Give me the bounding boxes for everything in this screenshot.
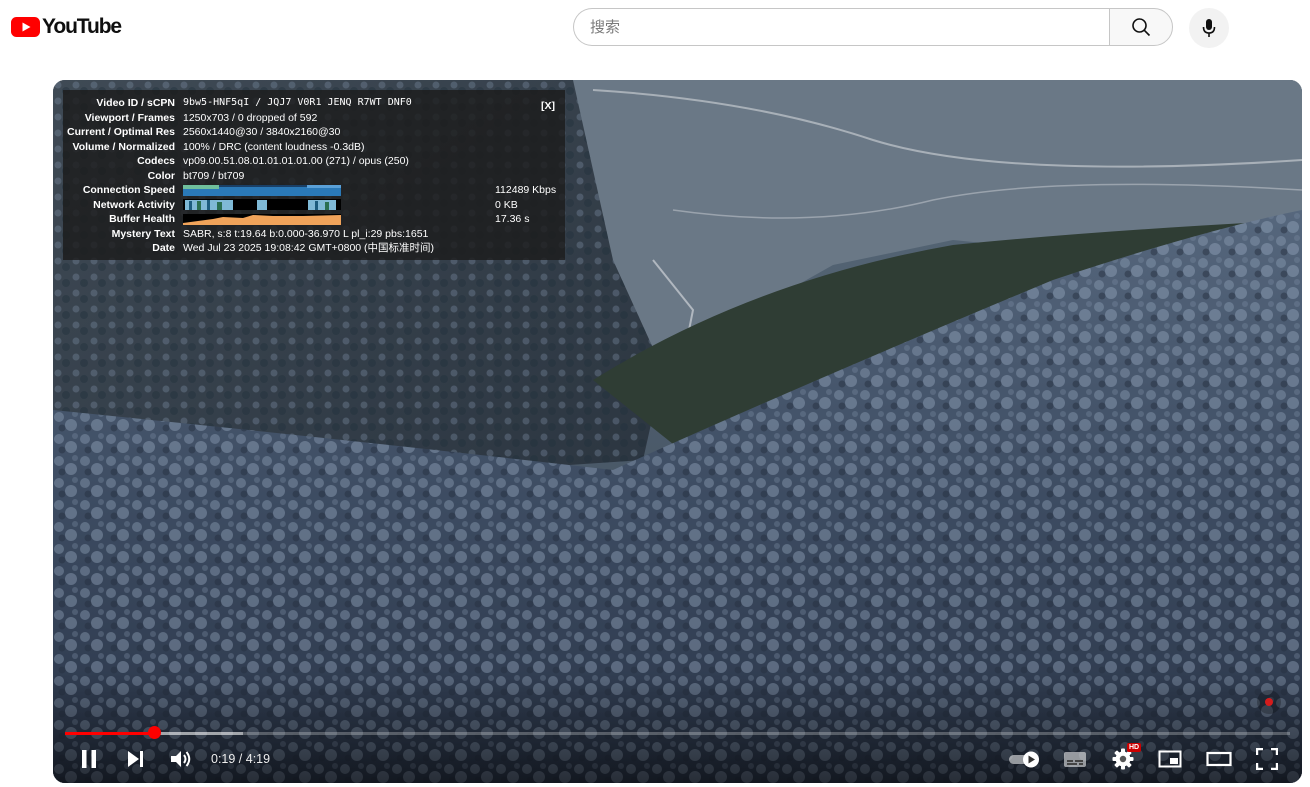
autoplay-toggle-icon [1009, 751, 1039, 768]
stats-row-video-id: Video ID / sCPN 9bw5-HNF5qI / JQJ7 V0R1 … [96, 97, 412, 109]
miniplayer-icon [1158, 750, 1182, 768]
time-display: 0:19 / 4:19 [211, 752, 271, 766]
search-box [573, 8, 1109, 46]
voice-search-button[interactable] [1189, 8, 1229, 48]
theater-mode-icon [1206, 751, 1232, 767]
theater-mode-button[interactable] [1201, 744, 1237, 774]
stats-row-network-activity: Network Activity 0 KB [93, 198, 518, 211]
progress-scrubber[interactable] [147, 726, 161, 739]
stats-close-button[interactable]: [X] [541, 99, 555, 114]
search-button[interactable] [1109, 8, 1173, 46]
pause-icon [82, 750, 96, 768]
annotation-dot[interactable] [1257, 690, 1281, 714]
hd-badge: HD [1127, 743, 1142, 752]
stats-row-date: Date Wed Jul 23 2025 19:08:42 GMT+0800 (… [152, 242, 435, 254]
stats-row-buffer-health: Buffer Health 17.36 s [109, 213, 530, 225]
youtube-play-logo-icon [11, 17, 40, 37]
autoplay-toggle[interactable] [1005, 744, 1045, 774]
progress-bar[interactable] [65, 732, 1290, 735]
stats-row-color: Color bt709 / bt709 [147, 169, 245, 182]
pause-button[interactable] [73, 744, 105, 774]
subtitles-button[interactable] [1059, 744, 1091, 774]
connection-speed-graph [183, 184, 341, 196]
next-icon [128, 751, 143, 767]
next-button[interactable] [119, 744, 151, 774]
buffer-health-graph [183, 213, 341, 225]
fullscreen-icon [1256, 748, 1278, 770]
subtitles-icon [1064, 752, 1086, 767]
fullscreen-button[interactable] [1251, 744, 1283, 774]
progress-played [65, 732, 155, 735]
record-dot-icon [1265, 698, 1273, 706]
volume-icon [171, 751, 191, 767]
stats-row-volume: Volume / Normalized 100% / DRC (content … [72, 140, 365, 153]
miniplayer-button[interactable] [1153, 744, 1187, 774]
video-player[interactable]: Video ID / sCPN 9bw5-HNF5qI / JQJ7 V0R1 … [53, 80, 1302, 783]
stats-for-nerds-panel: Video ID / sCPN 9bw5-HNF5qI / JQJ7 V0R1 … [63, 90, 565, 260]
stats-row-codecs: Codecs vp09.00.51.08.01.01.01.01.00 (271… [137, 155, 409, 167]
stats-row-mystery-text: Mystery Text SABR, s:8 t:19.64 b:0.000-3… [111, 227, 429, 240]
network-activity-graph [183, 199, 341, 210]
search-input[interactable] [574, 9, 1070, 45]
mute-button[interactable] [165, 744, 197, 774]
search-icon [1132, 18, 1151, 37]
stats-row-connection-speed: Connection Speed 112489 Kbps [82, 184, 557, 196]
logo-text: YouTube [42, 15, 122, 38]
microphone-icon [1202, 19, 1216, 37]
youtube-logo[interactable]: YouTube [11, 15, 122, 39]
stats-row-viewport: Viewport / Frames 1250x703 / 0 dropped o… [84, 111, 318, 124]
stats-row-resolution: Current / Optimal Res 2560x1440@30 / 384… [67, 126, 341, 138]
